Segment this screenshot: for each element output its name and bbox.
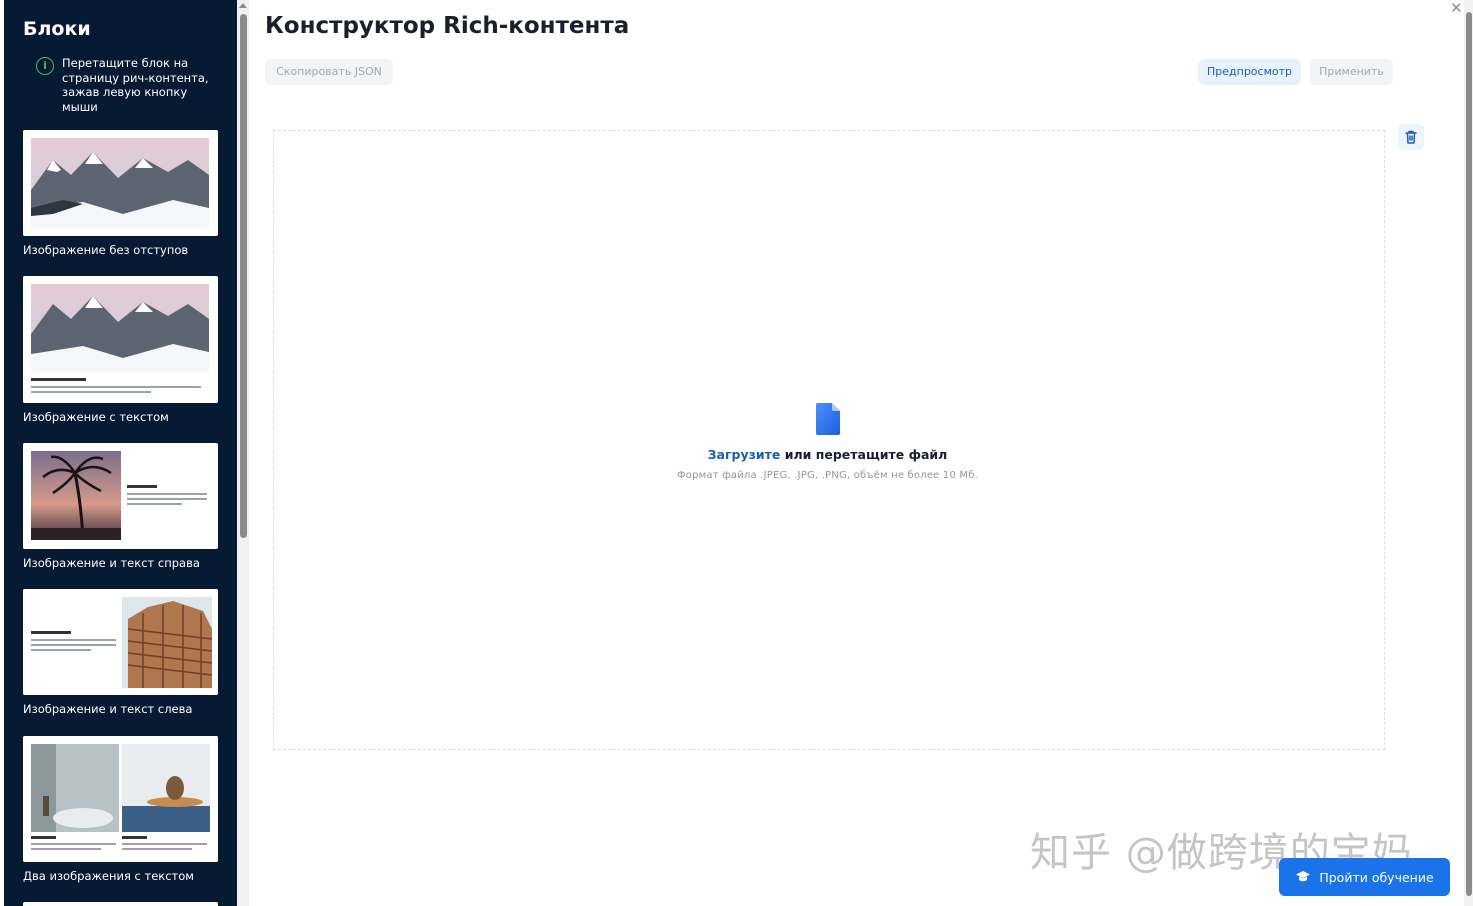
graduation-cap-icon [1296, 871, 1311, 882]
info-icon: i [36, 57, 54, 75]
training-button[interactable]: Пройти обучение [1279, 858, 1450, 896]
block-thumbnail [23, 589, 218, 695]
apply-button[interactable]: Применить [1310, 59, 1393, 85]
sidebar-title: Блоки [23, 18, 91, 40]
block-thumbnail-partial [23, 902, 218, 906]
block-label: Изображение и текст слева [23, 702, 193, 716]
block-label: Изображение с текстом [23, 410, 169, 424]
block-thumbnail [23, 276, 218, 403]
page-scrollbar-thumb[interactable] [1466, 12, 1472, 896]
preview-button[interactable]: Предпросмотр [1198, 59, 1301, 85]
upload-instructions: Загрузите или перетащите файл [0, 447, 1473, 462]
mountain-image-icon [23, 276, 218, 403]
file-icon [816, 403, 840, 439]
block-image-full[interactable]: Изображение без отступов [23, 130, 218, 257]
mountain-image-icon [23, 130, 218, 236]
building-image-icon [23, 589, 218, 695]
page-title: Конструктор Rich-контента [265, 13, 630, 39]
block-thumbnail [23, 736, 218, 862]
block-image-text-right[interactable]: Изображение и текст справа [23, 443, 218, 570]
block-thumbnail [23, 130, 218, 236]
block-image-with-text[interactable]: Изображение с текстом [23, 276, 218, 424]
interior-images-icon [23, 736, 218, 862]
upload-link[interactable]: Загрузите [708, 447, 781, 462]
rich-content-constructor: Блоки i Перетащите блок на страницу рич-… [0, 0, 1473, 906]
block-label: Изображение и текст справа [23, 556, 200, 570]
drag-hint-text: Перетащите блок на страницу рич-контента… [62, 56, 209, 114]
copy-json-button[interactable]: Скопировать JSON [265, 59, 393, 85]
file-dropzone[interactable] [273, 130, 1385, 750]
upload-instructions-text: или перетащите файл [780, 447, 948, 462]
scroll-up-arrow-icon[interactable] [239, 3, 247, 8]
block-label: Изображение без отступов [23, 243, 189, 257]
block-label: Два изображения с текстом [23, 869, 194, 883]
trash-icon [1405, 130, 1417, 144]
training-button-label: Пройти обучение [1319, 869, 1434, 885]
block-image-text-left[interactable]: Изображение и текст слева [23, 589, 218, 716]
delete-button[interactable] [1398, 124, 1424, 150]
block-two-images-with-text[interactable]: Два изображения с текстом [23, 736, 218, 883]
drag-hint: i Перетащите блок на страницу рич-контен… [36, 56, 211, 114]
file-format-hint: Формат файла .JPEG, .JPG, .PNG, объём не… [676, 470, 978, 481]
close-icon[interactable]: ✕ [1450, 0, 1463, 16]
